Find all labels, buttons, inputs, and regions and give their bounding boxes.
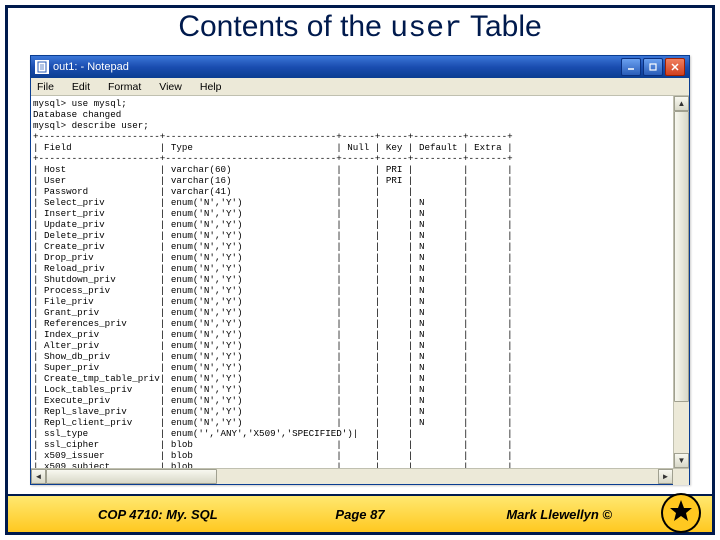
- scroll-track-vertical[interactable]: [674, 111, 689, 453]
- scroll-thumb-horizontal[interactable]: [46, 469, 217, 484]
- menu-view[interactable]: View: [155, 80, 186, 94]
- scroll-corner: [673, 469, 689, 485]
- title-suffix: Table: [462, 10, 542, 43]
- menu-file[interactable]: File: [33, 80, 58, 94]
- scroll-right-button[interactable]: ►: [658, 469, 673, 484]
- footer-author: Mark Llewellyn ©: [506, 507, 612, 522]
- footer-course: COP 4710: My. SQL: [98, 507, 218, 522]
- slide-footer: COP 4710: My. SQL Page 87 Mark Llewellyn…: [8, 494, 712, 532]
- scroll-track-horizontal[interactable]: [46, 469, 658, 484]
- notepad-window: out1: - Notepad File Edit Format View He…: [30, 55, 690, 485]
- menu-edit[interactable]: Edit: [68, 80, 94, 94]
- title-mono: user: [390, 12, 462, 46]
- scroll-down-button[interactable]: ▼: [674, 453, 689, 468]
- slide-title: Contents of the user Table: [0, 10, 720, 46]
- scroll-thumb-vertical[interactable]: [674, 111, 689, 402]
- vertical-scrollbar[interactable]: ▲ ▼: [673, 96, 689, 468]
- window-title: out1: - Notepad: [53, 61, 129, 73]
- menu-format[interactable]: Format: [104, 80, 145, 94]
- scroll-up-button[interactable]: ▲: [674, 96, 689, 111]
- maximize-button[interactable]: [643, 58, 663, 76]
- notepad-icon: [35, 60, 49, 74]
- window-titlebar: out1: - Notepad: [31, 56, 689, 78]
- scroll-left-button[interactable]: ◄: [31, 469, 46, 484]
- minimize-button[interactable]: [621, 58, 641, 76]
- close-button[interactable]: [665, 58, 685, 76]
- menu-help[interactable]: Help: [196, 80, 226, 94]
- ucf-logo-icon: [660, 492, 702, 534]
- notepad-text[interactable]: mysql> use mysql; Database changed mysql…: [31, 96, 673, 468]
- footer-page: Page 87: [335, 507, 384, 522]
- menu-bar: File Edit Format View Help: [31, 78, 689, 96]
- title-prefix: Contents of the: [178, 10, 390, 43]
- horizontal-scrollbar[interactable]: ◄ ►: [31, 468, 689, 484]
